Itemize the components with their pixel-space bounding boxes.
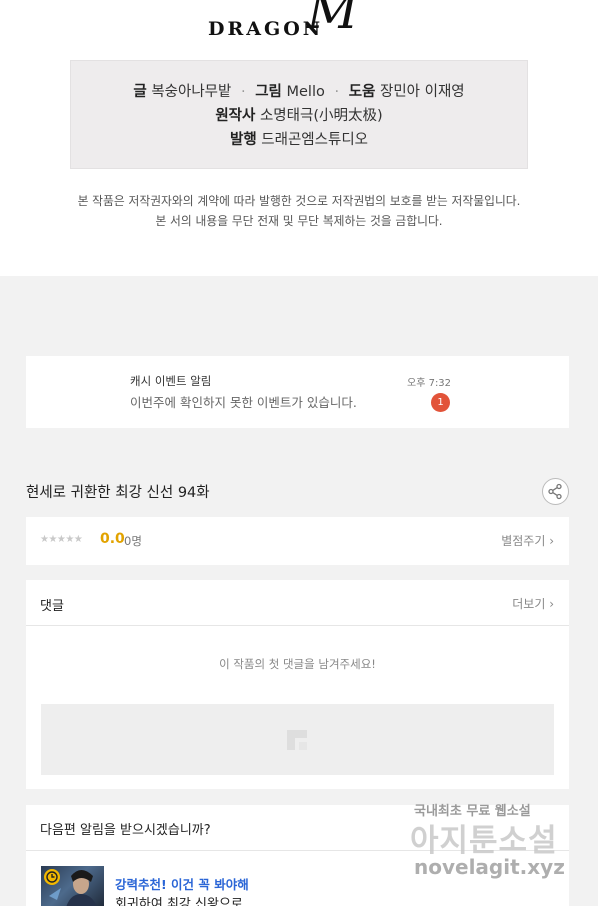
copyright-notice: 본 작품은 저작권자와의 계약에 따라 발행한 것으로 저작권법의 보호를 받는…: [0, 191, 598, 231]
episode-title: 현세로 귀환한 최강 신선 94화: [26, 485, 210, 501]
logo-mark: M: [307, 0, 359, 40]
credit-line-2: 원작사 소명태극(小明太极): [71, 104, 527, 128]
comment-input-box[interactable]: [41, 704, 554, 775]
credit-label-publisher: 발행: [229, 132, 257, 148]
comments-more-link[interactable]: 더보기 ›: [512, 595, 554, 612]
image-placeholder-icon: [287, 730, 307, 750]
notice-line-2: 본 서의 내용을 무단 전재 및 무단 복제하는 것을 금합니다.: [155, 214, 443, 228]
watermark-brand: 아지툰소설: [410, 823, 558, 859]
credit-value-artist: Mello: [286, 84, 325, 100]
credit-value-writer: 복숭아나무밭: [151, 84, 232, 100]
watermark-url: novelagit.xyz: [414, 855, 565, 879]
event-count-badge: 1: [431, 393, 450, 412]
event-title: 캐시 이벤트 알림: [130, 374, 212, 388]
star-rating-icon: ★★★★★: [40, 534, 83, 545]
credit-label-artist: 그림: [255, 84, 282, 100]
credit-label-writer: 글: [133, 84, 147, 100]
site-watermark: 국내최초 무료 웹소설 아지툰소설 novelagit.xyz: [410, 797, 585, 892]
credit-label-original: 원작사: [215, 108, 256, 124]
recommend-title[interactable]: 강력추천! 이건 꼭 봐야해: [115, 874, 249, 893]
comments-header: 댓글 더보기 ›: [26, 580, 569, 626]
event-message: 이번주에 확인하지 못한 이벤트가 있습니다.: [130, 395, 357, 410]
next-alert-title: 다음편 알림을 받으시겠습니까?: [40, 823, 211, 838]
separator: ·: [240, 84, 246, 100]
comments-section: 댓글 더보기 › 이 작품의 첫 댓글을 남겨주세요!: [26, 580, 569, 789]
rating-count: 0명: [124, 534, 142, 548]
logo-text: DRAGON: [208, 18, 324, 40]
dragon-m-logo: DRAGON M: [208, 0, 398, 42]
event-time: 오후 7:32: [407, 378, 452, 389]
comments-title: 댓글: [40, 599, 64, 614]
empty-comments-message: 이 작품의 첫 댓글을 남겨주세요!: [219, 657, 376, 671]
rate-button[interactable]: 별점주기 ›: [501, 532, 554, 549]
header-section: DRAGON M 글 복숭아나무밭 · 그림 Mello · 도움 장민아 이재…: [0, 0, 598, 276]
credit-line-3: 발행 드래곤엠스튜디오: [71, 128, 527, 152]
credit-line-1: 글 복숭아나무밭 · 그림 Mello · 도움 장민아 이재영: [71, 80, 527, 104]
event-notification[interactable]: 캐시 이벤트 알림 이번주에 확인하지 못한 이벤트가 있습니다. 오후 7:3…: [26, 356, 569, 428]
recommend-subtitle[interactable]: 회귀하여 최강 신왕으로: [115, 893, 243, 906]
credit-value-original: 소명태극(小明太极): [259, 108, 383, 124]
share-icon: [548, 483, 562, 500]
credit-value-assist: 장민아 이재영: [379, 84, 465, 100]
credit-value-publisher: 드래곤엠스튜디오: [261, 132, 369, 148]
credit-label-assist: 도움: [348, 84, 376, 100]
clock-icon: [44, 869, 60, 885]
notice-line-1: 본 작품은 저작권자와의 계약에 따라 발행한 것으로 저작권법의 보호를 받는…: [77, 194, 521, 208]
share-button[interactable]: [542, 478, 569, 505]
rating-score: 0.0: [100, 531, 125, 547]
rating-bar: ★★★★★ 0.0 0명 별점주기 ›: [26, 517, 569, 565]
credits-box: 글 복숭아나무밭 · 그림 Mello · 도움 장민아 이재영 원작사 소명태…: [70, 60, 528, 169]
recommend-thumbnail[interactable]: [41, 866, 104, 906]
separator: ·: [334, 84, 340, 100]
